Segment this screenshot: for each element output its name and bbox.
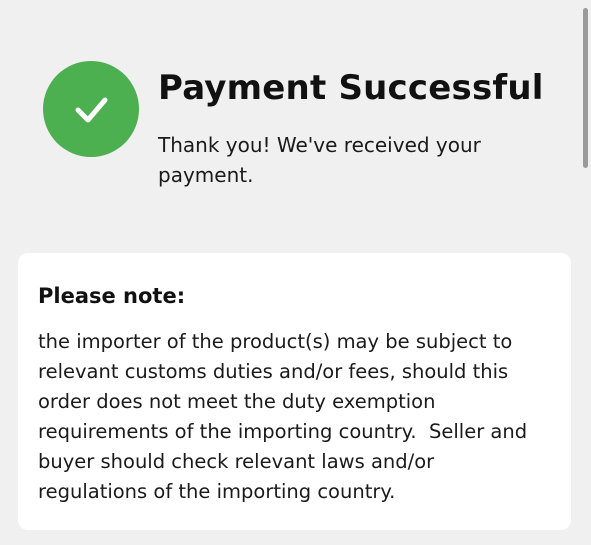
payment-status-title: Payment Successful (158, 68, 544, 108)
note-body: the importer of the product(s) may be su… (38, 330, 528, 503)
customs-note-card: Please note: the importer of the product… (18, 253, 571, 530)
scrollbar-thumb[interactable] (583, 8, 588, 168)
payment-status-message: Thank you! We've received your payment. (158, 133, 481, 187)
success-badge (43, 61, 139, 157)
payment-status-header: Payment Successful Thank you! We've rece… (0, 0, 591, 240)
checkmark-icon (75, 97, 108, 123)
note-heading: Please note: (38, 284, 186, 308)
